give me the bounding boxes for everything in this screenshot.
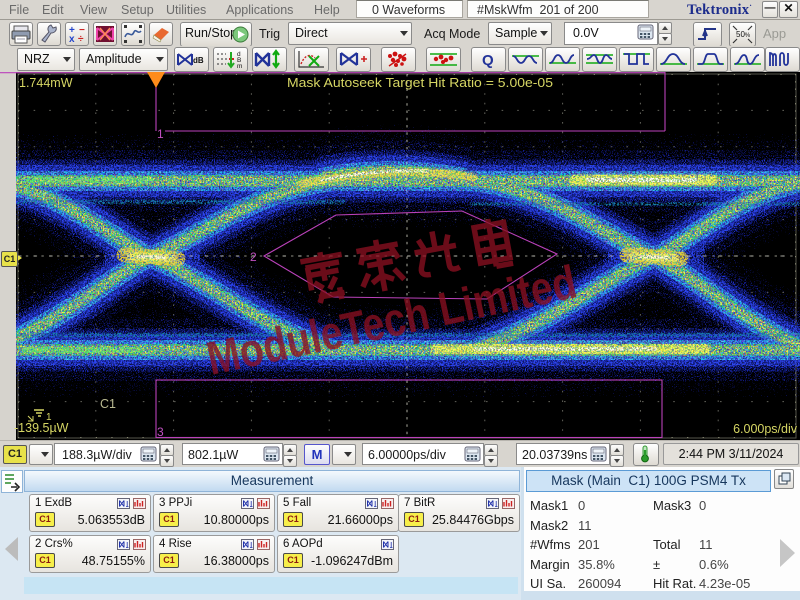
svg-text:Q: Q [482,52,494,69]
svg-text:dB: dB [193,56,204,65]
svg-text:x: x [69,34,75,45]
svg-text:Mask Autoseek Target Hit Ratio: Mask Autoseek Target Hit Ratio = 5.00e-0… [287,76,553,90]
svg-text:50%: 50% [736,30,751,39]
svg-text:C1: C1 [100,397,116,411]
svg-text:-139.5µW: -139.5µW [14,421,69,435]
svg-text:1: 1 [157,127,164,141]
svg-text:6.000ps/div: 6.000ps/div [733,422,798,436]
svg-text:m: m [237,63,242,70]
svg-text:÷: ÷ [78,34,84,45]
svg-text:1.744mW: 1.744mW [19,76,73,90]
svg-text:2: 2 [250,250,257,264]
svg-text:1: 1 [46,412,52,423]
svg-text:3: 3 [157,425,164,439]
